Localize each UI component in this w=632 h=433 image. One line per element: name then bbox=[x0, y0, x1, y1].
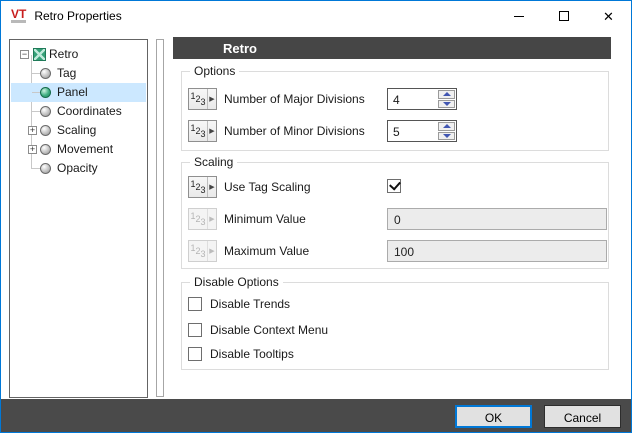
spin-down-button[interactable] bbox=[438, 100, 455, 109]
tree-item-retro[interactable]: − Retro bbox=[11, 45, 146, 64]
major-divisions-row: 123 ▶ Number of Major Divisions 4 bbox=[182, 88, 608, 110]
minor-divisions-label: Number of Minor Divisions bbox=[224, 124, 365, 138]
disable-trends-checkbox[interactable] bbox=[188, 297, 202, 311]
gray-circle-icon bbox=[40, 125, 51, 136]
maximum-value-label: Maximum Value bbox=[224, 244, 309, 258]
property-tree: − Retro Tag Panel Coordinates + Scaling … bbox=[9, 39, 148, 398]
tree-item-label: Movement bbox=[57, 142, 113, 156]
spin-buttons bbox=[437, 121, 456, 141]
up-arrow-icon bbox=[443, 92, 451, 96]
group-legend: Options bbox=[190, 64, 239, 78]
panel-header: Retro bbox=[173, 37, 611, 59]
tree-item-label: Scaling bbox=[57, 123, 96, 137]
numeric-binding-button-disabled: 123 ▶ bbox=[188, 240, 217, 262]
retro-properties-dialog: VT Retro Properties ✕ − Retro Tag bbox=[0, 0, 632, 433]
minimum-value-field: 0 bbox=[387, 208, 607, 230]
vt-logo-icon: VT bbox=[11, 9, 26, 23]
title-bar: VT Retro Properties ✕ bbox=[1, 1, 631, 31]
maximize-icon bbox=[559, 11, 569, 21]
spin-up-button[interactable] bbox=[438, 122, 455, 131]
numeric-binding-button[interactable]: 123 ▶ bbox=[188, 120, 217, 142]
disable-trends-label: Disable Trends bbox=[210, 297, 290, 311]
tree-item-panel[interactable]: Panel bbox=[11, 83, 146, 102]
footer-bar: OK Cancel bbox=[1, 399, 631, 432]
spin-down-button[interactable] bbox=[438, 132, 455, 141]
cancel-button[interactable]: Cancel bbox=[544, 405, 621, 428]
spinner-value[interactable]: 4 bbox=[388, 89, 437, 109]
minimum-value-label: Minimum Value bbox=[224, 212, 306, 226]
tree-item-label: Panel bbox=[57, 85, 88, 99]
tree-item-movement[interactable]: + Movement bbox=[11, 140, 146, 159]
maximum-value-field: 100 bbox=[387, 240, 607, 262]
close-button[interactable]: ✕ bbox=[586, 1, 631, 31]
window-title: Retro Properties bbox=[34, 9, 121, 23]
tree-item-coordinates[interactable]: Coordinates bbox=[11, 102, 146, 121]
minimize-button[interactable] bbox=[496, 1, 541, 31]
minor-divisions-row: 123 ▶ Number of Minor Divisions 5 bbox=[182, 120, 608, 142]
numeric-binding-button[interactable]: 123 ▶ bbox=[188, 176, 217, 198]
group-legend: Scaling bbox=[190, 155, 237, 169]
scaling-group: Scaling 123 ▶ Use Tag Scaling 123 ▶ Mini… bbox=[181, 162, 609, 269]
flyout-arrow-icon: ▶ bbox=[208, 215, 216, 223]
up-arrow-icon bbox=[443, 124, 451, 128]
disable-tooltips-checkbox[interactable] bbox=[188, 347, 202, 361]
tree-item-tag[interactable]: Tag bbox=[11, 64, 146, 83]
tree-item-label: Retro bbox=[49, 47, 78, 61]
group-legend: Disable Options bbox=[190, 275, 283, 289]
tree-item-label: Tag bbox=[57, 66, 76, 80]
expander-plus-icon[interactable]: + bbox=[28, 126, 37, 135]
widget-icon bbox=[33, 48, 46, 61]
flyout-arrow-icon: ▶ bbox=[208, 247, 216, 255]
gray-circle-icon bbox=[40, 68, 51, 79]
tree-item-label: Opacity bbox=[57, 161, 98, 175]
maximize-button[interactable] bbox=[541, 1, 586, 31]
numeric-123-icon: 123 bbox=[189, 89, 208, 109]
use-tag-scaling-label: Use Tag Scaling bbox=[224, 180, 311, 194]
numeric-binding-button-disabled: 123 ▶ bbox=[188, 208, 217, 230]
disable-trends-row: Disable Trends bbox=[188, 295, 290, 313]
numeric-123-icon: 123 bbox=[189, 241, 208, 261]
flyout-arrow-icon: ▶ bbox=[208, 95, 216, 103]
disable-options-group: Disable Options Disable Trends Disable C… bbox=[181, 282, 609, 370]
tree-item-label: Coordinates bbox=[57, 104, 122, 118]
numeric-123-icon: 123 bbox=[189, 121, 208, 141]
numeric-123-icon: 123 bbox=[189, 209, 208, 229]
green-circle-icon bbox=[40, 87, 51, 98]
options-group: Options 123 ▶ Number of Major Divisions … bbox=[181, 71, 609, 151]
numeric-binding-button[interactable]: 123 ▶ bbox=[188, 88, 217, 110]
spinner-value[interactable]: 5 bbox=[388, 121, 437, 141]
caption-buttons: ✕ bbox=[496, 1, 631, 31]
tree-item-scaling[interactable]: + Scaling bbox=[11, 121, 146, 140]
expander-plus-icon[interactable]: + bbox=[28, 145, 37, 154]
panel-title: Retro bbox=[223, 41, 257, 56]
disable-context-menu-label: Disable Context Menu bbox=[210, 323, 328, 337]
maximum-value-row: 123 ▶ Maximum Value 100 bbox=[182, 240, 608, 262]
tree-panel-splitter[interactable] bbox=[156, 39, 164, 397]
gray-circle-icon bbox=[40, 144, 51, 155]
down-arrow-icon bbox=[443, 102, 451, 106]
spin-buttons bbox=[437, 89, 456, 109]
major-divisions-spinner[interactable]: 4 bbox=[387, 88, 457, 110]
close-icon: ✕ bbox=[603, 10, 614, 23]
disable-context-menu-checkbox[interactable] bbox=[188, 323, 202, 337]
disable-context-menu-row: Disable Context Menu bbox=[188, 321, 328, 339]
gray-circle-icon bbox=[40, 163, 51, 174]
numeric-123-icon: 123 bbox=[189, 177, 208, 197]
minimum-value-row: 123 ▶ Minimum Value 0 bbox=[182, 208, 608, 230]
use-tag-scaling-row: 123 ▶ Use Tag Scaling bbox=[182, 176, 608, 198]
tree-item-opacity[interactable]: Opacity bbox=[11, 159, 146, 178]
spin-up-button[interactable] bbox=[438, 90, 455, 99]
gray-circle-icon bbox=[40, 106, 51, 117]
expander-minus-icon[interactable]: − bbox=[20, 50, 29, 59]
disable-tooltips-label: Disable Tooltips bbox=[210, 347, 294, 361]
disable-tooltips-row: Disable Tooltips bbox=[188, 345, 294, 363]
flyout-arrow-icon: ▶ bbox=[208, 183, 216, 191]
minor-divisions-spinner[interactable]: 5 bbox=[387, 120, 457, 142]
ok-button[interactable]: OK bbox=[455, 405, 532, 428]
flyout-arrow-icon: ▶ bbox=[208, 127, 216, 135]
minimize-icon bbox=[514, 16, 524, 17]
use-tag-scaling-checkbox[interactable] bbox=[387, 179, 401, 193]
down-arrow-icon bbox=[443, 134, 451, 138]
major-divisions-label: Number of Major Divisions bbox=[224, 92, 365, 106]
